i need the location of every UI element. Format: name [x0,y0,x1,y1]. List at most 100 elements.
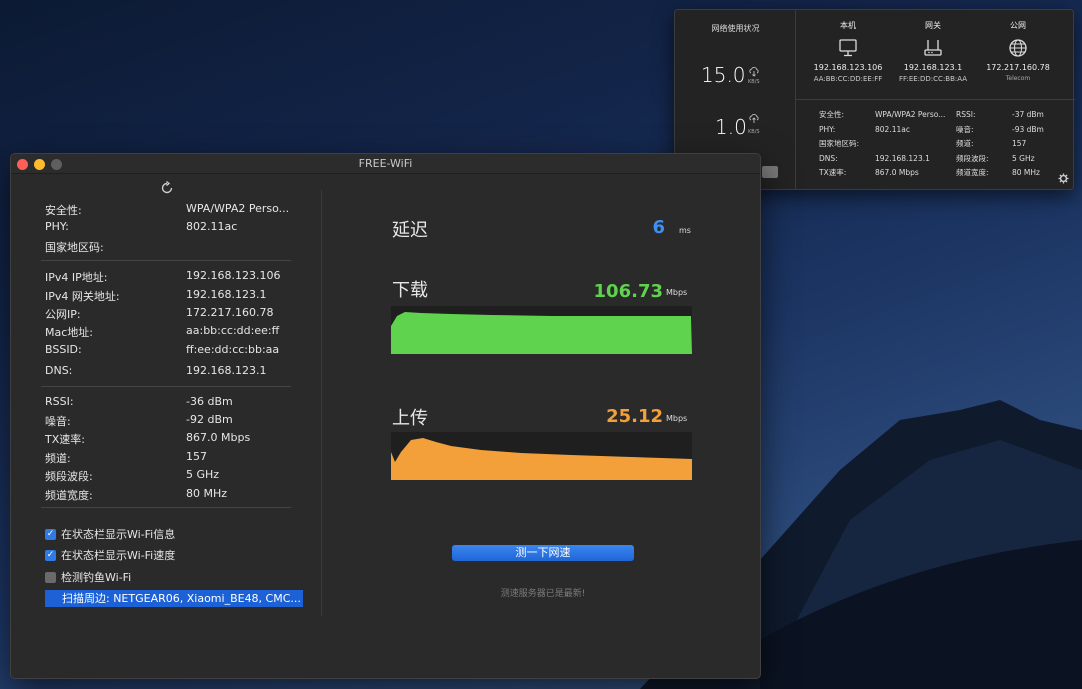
download-speed: 15.0 [701,63,746,87]
info-value-dns: 192.168.123.1 [186,364,267,377]
host-public-isp: Telecom [1005,75,1031,82]
info-label: 国家地区码: [819,139,860,148]
info-label: TX速率: [819,168,847,177]
info-label-phy: PHY: [45,220,69,233]
gear-icon[interactable] [1058,173,1069,184]
checkbox-checked-icon[interactable]: ✓ [45,528,56,540]
globe-icon [1009,39,1027,57]
info-value-phy: 802.11ac [186,220,238,233]
info-value-noise: -92 dBm [186,413,233,426]
panel-divider [321,190,322,616]
info-value: WPA/WPA2 Perso... [875,110,946,119]
refresh-icon[interactable] [159,180,175,196]
host-local: 本机 192.168.123.106 AA:BB:CC:DD:EE:FF [800,20,896,83]
download-area [391,312,692,354]
info-label-tx-rate: TX速率: [45,433,85,446]
info-value: 802.11ac [875,124,910,134]
download-chart [391,306,692,354]
info-label-dns: DNS: [45,364,73,377]
latency-label: 延迟 [392,220,428,241]
info-value-ipv4: 192.168.123.106 [186,269,281,282]
option-label: 检测钓鱼Wi-Fi [61,571,132,584]
info-label: 噪音: [956,124,974,134]
upload-speed: 1.0 [715,115,747,139]
info-value-security: WPA/WPA2 Perso... [186,202,290,215]
info-value: 867.0 Mbps [875,168,919,177]
speed-test-button[interactable]: 测一下网速 [452,545,634,561]
connection-panel: 本机 192.168.123.106 AA:BB:CC:DD:EE:FF 网关 … [796,10,1075,189]
host-public-name: 公网 [1010,21,1026,30]
window-titlebar[interactable]: FREE-WiFi [11,154,760,174]
info-label-security: 安全性: [45,204,82,217]
info-value: 5 GHz [1012,153,1035,163]
host-local-mac: AA:BB:CC:DD:EE:FF [813,75,883,83]
host-public: 公网 172.217.160.78 Telecom [970,20,1066,82]
option-label: 在状态栏显示Wi-Fi速度 [61,549,176,562]
monitor-icon [839,39,857,57]
info-label-noise: 噪音: [45,415,71,428]
info-value-public-ip: 172.217.160.78 [186,306,274,319]
checkbox-unchecked-icon[interactable] [45,571,56,583]
popover-info-right: RSSI: -37 dBm 噪音: -93 dBm 频道: 157 频段波段: 5 GH… [956,108,1044,181]
info-label: DNS: [819,153,838,163]
info-label-channel-width: 频道宽度: [45,489,93,502]
download-label: 下载 [392,280,428,301]
info-value: -93 dBm [1012,124,1044,134]
option-show-wifi-info[interactable]: ✓ 在状态栏显示Wi-Fi信息 [45,526,175,542]
info-value: 80 MHz [1012,168,1040,177]
info-label-mac: Mac地址: [45,326,93,339]
scan-nearby-bar[interactable]: 扫描周边: NETGEAR06, Xiaomi_BE48, CMC... [45,590,303,607]
info-label-country: 国家地区码: [45,241,104,254]
info-value-tx-rate: 867.0 Mbps [186,431,251,444]
option-detect-phishing-wifi[interactable]: 检测钓鱼Wi-Fi [45,569,131,585]
upload-value: 25.12 [606,406,663,427]
info-value: -37 dBm [1012,110,1044,119]
info-value-mac: aa:bb:cc:dd:ee:ff [186,324,280,337]
window-title: FREE-WiFi [358,157,413,170]
latency-unit: ms [679,226,691,235]
upload-area [391,438,692,480]
checkbox-checked-icon[interactable]: ✓ [45,549,56,561]
upload-label: 上传 [392,408,428,429]
divider [41,507,291,508]
host-gateway: 网关 192.168.123.1 FF:EE:DD:CC:BB:AA [885,20,981,83]
upload-speed-unit: KB/S [748,129,760,135]
info-value-band: 5 GHz [186,468,220,481]
option-label: 在状态栏显示Wi-Fi信息 [61,528,176,541]
info-label-gateway: IPv4 网关地址: [45,290,120,303]
download-cloud-icon [749,67,759,77]
info-label: 频段波段: [956,153,989,163]
free-wifi-window: FREE-WiFi 安全性: WPA/WPA2 Perso... PHY: 80… [10,153,761,679]
upload-chart [391,432,692,480]
info-label-band: 频段波段: [45,470,93,483]
info-label: 频道: [956,139,974,148]
info-label: 安全性: [819,110,845,119]
popover-title: 网络使用状况 [711,24,760,33]
hosts-row: 本机 192.168.123.106 AA:BB:CC:DD:EE:FF 网关 … [796,10,1075,100]
host-gateway-mac: FF:EE:DD:CC:BB:AA [898,75,968,83]
host-local-name: 本机 [840,21,856,30]
info-label-ipv4: IPv4 IP地址: [45,271,108,284]
latency-value: 6 [652,217,665,238]
info-value: 157 [1012,139,1027,148]
divider [41,386,291,387]
upload-cloud-icon [749,114,759,123]
popover-grip[interactable] [762,166,778,178]
upload-unit: Mbps [666,414,688,423]
option-show-wifi-speed[interactable]: ✓ 在状态栏显示Wi-Fi速度 [45,547,175,563]
info-label-public-ip: 公网IP: [45,308,81,321]
router-icon [924,40,942,56]
divider [41,260,291,261]
server-status-note: 测速服务器已是最新! [500,589,586,599]
popover-info-left: 安全性: WPA/WPA2 Perso... PHY: 802.11ac 国家地区码… [819,108,945,181]
info-value-channel-width: 80 MHz [186,487,228,500]
info-label: 频道宽度: [956,168,989,177]
info-label: RSSI: [956,110,976,119]
host-local-ip: 192.168.123.106 [813,63,883,72]
info-label-rssi: RSSI: [45,395,74,408]
host-gateway-name: 网关 [925,21,941,30]
info-label: PHY: [819,124,836,134]
download-value: 106.73 [593,281,663,302]
info-label-bssid: BSSID: [45,343,82,356]
host-gateway-ip: 192.168.123.1 [903,63,963,72]
